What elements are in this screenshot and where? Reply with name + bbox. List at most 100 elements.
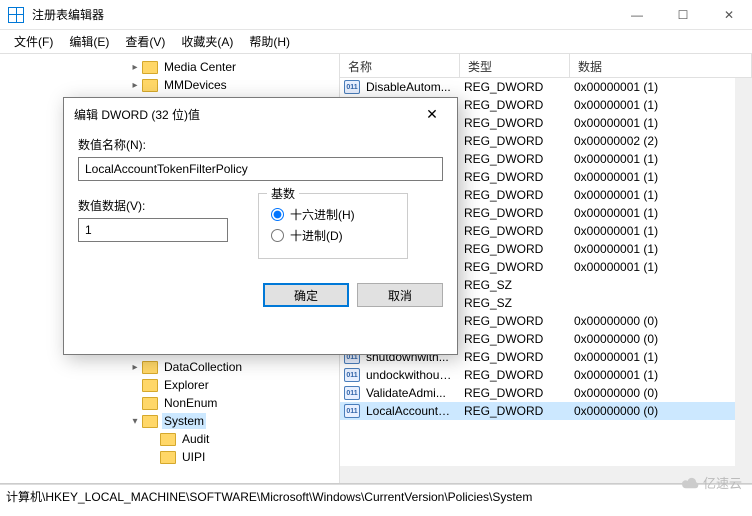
cell-data: 0x00000000 (0) [568,332,735,346]
app-icon [8,7,24,23]
ok-button[interactable]: 确定 [263,283,349,307]
folder-icon [142,361,158,374]
tree-node[interactable]: Explorer [0,376,339,394]
cell-type: REG_DWORD [458,134,568,148]
cell-data: 0x00000000 (0) [568,404,735,418]
tree-label: UIPI [180,449,207,465]
dword-value-icon: 011 [344,386,360,400]
col-header-name[interactable]: 名称 [340,54,460,77]
cell-type: REG_DWORD [458,170,568,184]
tree-node[interactable]: Audit [0,430,339,448]
tree-node[interactable]: ▸ Media Center [0,58,339,76]
statusbar: 计算机\HKEY_LOCAL_MACHINE\SOFTWARE\Microsof… [0,484,752,506]
menu-edit[interactable]: 编辑(E) [61,30,117,53]
cell-data: 0x00000001 (1) [568,80,735,94]
chevron-icon[interactable]: ▸ [128,80,142,91]
radix-hex-option[interactable]: 十六进制(H) [271,206,395,223]
value-data-input[interactable] [78,218,228,242]
dword-value-icon: 011 [344,368,360,382]
folder-icon [142,61,158,74]
cell-type: REG_DWORD [458,386,568,400]
tree-node[interactable]: NonEnum [0,394,339,412]
cell-data: 0x00000001 (1) [568,116,735,130]
cell-data: 0x00000001 (1) [568,152,735,166]
tree-label: MMDevices [162,77,229,93]
cell-type: REG_DWORD [458,98,568,112]
edit-dword-dialog: 编辑 DWORD (32 位)值 ✕ 数值名称(N): 数值数据(V): 基数 … [63,97,458,355]
close-button[interactable]: ✕ [706,0,752,30]
cell-type: REG_DWORD [458,116,568,130]
cell-data: 0x00000001 (1) [568,224,735,238]
cell-data: 0x00000000 (0) [568,386,735,400]
menu-help[interactable]: 帮助(H) [241,30,298,53]
list-row[interactable]: 011DisableAutom...REG_DWORD0x00000001 (1… [340,78,735,96]
cancel-button[interactable]: 取消 [357,283,443,307]
cell-data: 0x00000001 (1) [568,206,735,220]
cell-type: REG_DWORD [458,368,568,382]
value-name-input[interactable] [78,157,443,181]
vertical-scrollbar[interactable] [735,78,752,466]
watermark: 亿速云 [679,473,742,492]
dialog-close-button[interactable]: ✕ [417,106,447,123]
cell-type: REG_DWORD [458,242,568,256]
cell-data: 0x00000001 (1) [568,350,735,364]
cell-data: 0x00000000 (0) [568,314,735,328]
chevron-icon[interactable]: ▸ [128,62,142,73]
cell-name: undockwithout... [360,368,458,382]
radix-dec-radio[interactable] [271,229,284,242]
menu-file[interactable]: 文件(F) [6,30,61,53]
status-path: 计算机\HKEY_LOCAL_MACHINE\SOFTWARE\Microsof… [6,490,532,504]
radix-hex-radio[interactable] [271,208,284,221]
chevron-icon[interactable]: ▾ [128,416,142,427]
list-header: 名称 类型 数据 [340,54,752,78]
tree-label: Media Center [162,59,238,75]
radix-dec-option[interactable]: 十进制(D) [271,227,395,244]
menu-favorites[interactable]: 收藏夹(A) [173,30,241,53]
tree-label: DataCollection [162,359,244,375]
window-titlebar: 注册表编辑器 — ☐ ✕ [0,0,752,30]
window-title: 注册表编辑器 [32,6,614,23]
folder-icon [160,433,176,446]
cell-data: 0x00000002 (2) [568,134,735,148]
col-header-type[interactable]: 类型 [460,54,570,77]
cell-type: REG_DWORD [458,206,568,220]
value-data-label: 数值数据(V): [78,197,228,214]
menu-view[interactable]: 查看(V) [117,30,173,53]
list-row[interactable]: 011undockwithout...REG_DWORD0x00000001 (… [340,366,735,384]
tree-node[interactable]: UIPI [0,448,339,466]
tree-label: Audit [180,431,211,447]
list-row[interactable]: 011LocalAccountT...REG_DWORD0x00000000 (… [340,402,735,420]
cell-data: 0x00000001 (1) [568,188,735,202]
cell-type: REG_DWORD [458,188,568,202]
list-row[interactable]: 011ValidateAdmi...REG_DWORD0x00000000 (0… [340,384,735,402]
cell-name: DisableAutom... [360,80,458,94]
cell-type: REG_DWORD [458,332,568,346]
dword-value-icon: 011 [344,404,360,418]
minimize-button[interactable]: — [614,0,660,30]
cell-data: 0x00000001 (1) [568,260,735,274]
tree-node[interactable]: ▸ MMDevices [0,76,339,94]
cell-type: REG_DWORD [458,152,568,166]
cell-type: REG_DWORD [458,260,568,274]
cell-type: REG_DWORD [458,314,568,328]
base-group-label: 基数 [267,185,299,202]
dialog-title: 编辑 DWORD (32 位)值 [74,106,417,123]
tree-label: System [162,413,206,429]
tree-node[interactable]: ▸ DataCollection [0,358,339,376]
cell-type: REG_DWORD [458,404,568,418]
tree-node[interactable]: ▾ System [0,412,339,430]
chevron-icon[interactable]: ▸ [128,362,142,373]
maximize-button[interactable]: ☐ [660,0,706,30]
tree-label: NonEnum [162,395,219,411]
folder-icon [142,415,158,428]
folder-icon [142,79,158,92]
window-controls: — ☐ ✕ [614,0,752,30]
cell-name: ValidateAdmi... [360,386,458,400]
cell-type: REG_DWORD [458,350,568,364]
dialog-titlebar: 编辑 DWORD (32 位)值 ✕ [64,98,457,130]
cell-data: 0x00000001 (1) [568,242,735,256]
col-header-data[interactable]: 数据 [570,54,752,77]
cell-type: REG_DWORD [458,224,568,238]
cell-type: REG_SZ [458,278,568,292]
cell-data: 0x00000001 (1) [568,368,735,382]
